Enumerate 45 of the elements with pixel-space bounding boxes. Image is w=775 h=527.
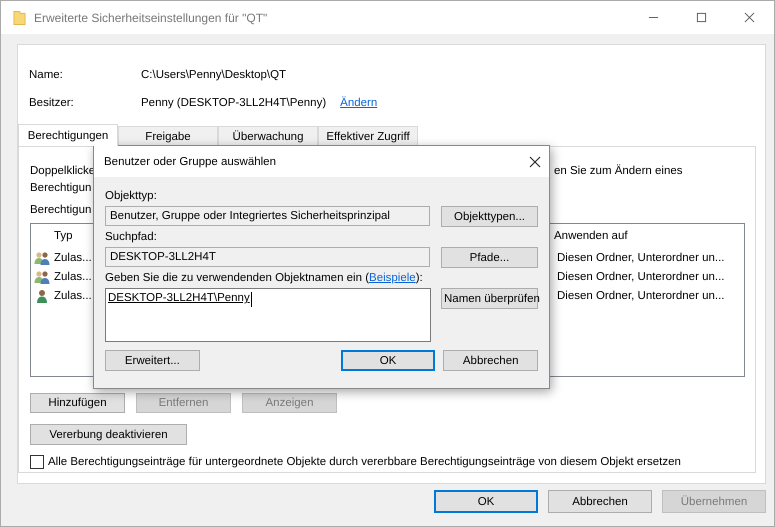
dialog-button[interactable]: Erweitert...	[105, 350, 200, 371]
list-label: Berechtigun	[30, 204, 92, 216]
object-types-button[interactable]: Objekttypen...	[441, 206, 538, 227]
dialog-button[interactable]: Abbrechen	[443, 350, 538, 371]
field-label: Geben Sie die zu verwendenden Objektnamen ein (Beispiele):	[105, 271, 424, 286]
dialog-button[interactable]: OK	[340, 350, 436, 371]
entry-button[interactable]: Hinzufügen	[30, 393, 125, 413]
tab[interactable]: Freigabe	[118, 126, 218, 146]
table-cell-text: Zulas...	[53, 252, 93, 264]
close-icon[interactable]	[529, 156, 541, 168]
field-label: Objekttyp:	[105, 189, 158, 204]
description-text: en Sie zum Ändern eines	[554, 163, 682, 179]
change-link[interactable]: Ändern	[340, 97, 378, 109]
description-text: Berechtigun	[30, 181, 92, 196]
table-cell-text: Diesen Ordner, Unterordner un...	[556, 252, 724, 264]
paths-button[interactable]: Pfade...	[441, 247, 538, 268]
object-type-field[interactable]: Benutzer, Gruppe oder Integriertes Sicherheitsprinzipal	[105, 206, 430, 226]
object-names-field[interactable]: DESKTOP-3LL2H4T\Penny	[105, 288, 431, 342]
folder-icon	[13, 10, 26, 26]
check-names-button[interactable]: Namen überprüfen	[441, 288, 538, 309]
tab[interactable]: Effektiver Zugriff	[318, 126, 418, 146]
dialog-button[interactable]: Abbrechen	[548, 490, 652, 513]
window-title: Erweiterte Sicherheitseinstellungen für "QT"	[34, 10, 268, 24]
table-cell-text: Diesen Ordner, Unterordner un...	[556, 270, 724, 282]
field-value: C:\Users\Penny\Desktop\QT	[141, 69, 286, 81]
field-label: Name:	[29, 69, 64, 81]
checkbox-label: Alle Berechtigungseinträge für untergeordnete Objekte durch vererbbare Berechtigungseinträge von diesem Objekt ersetzen	[48, 456, 681, 468]
user-group-icon	[34, 250, 50, 266]
tab[interactable]: Überwachung	[218, 126, 318, 146]
maximize-icon[interactable]	[696, 12, 707, 23]
checkbox[interactable]	[30, 455, 44, 469]
disable-inheritance-button[interactable]: Vererbung deaktivieren	[30, 424, 187, 445]
user-group-icon	[34, 268, 50, 284]
search-path-field[interactable]: DESKTOP-3LL2H4T	[105, 247, 430, 267]
dialog-button[interactable]: OK	[434, 490, 538, 513]
field-value: Penny (DESKTOP-3LL2H4T\Penny)	[141, 97, 326, 109]
table-cell-text: Diesen Ordner, Unterordner un...	[556, 290, 724, 302]
field-label: Besitzer:	[29, 97, 75, 109]
user-icon	[34, 288, 50, 304]
close-icon[interactable]	[744, 12, 755, 23]
field-label: Suchpfad:	[105, 230, 158, 245]
dialog-title: Benutzer oder Gruppe auswählen	[104, 156, 276, 168]
description-text: Doppelklicke	[30, 164, 96, 179]
examples-link[interactable]: Beispiele	[369, 272, 416, 284]
tab[interactable]: Berechtigungen	[18, 124, 118, 146]
